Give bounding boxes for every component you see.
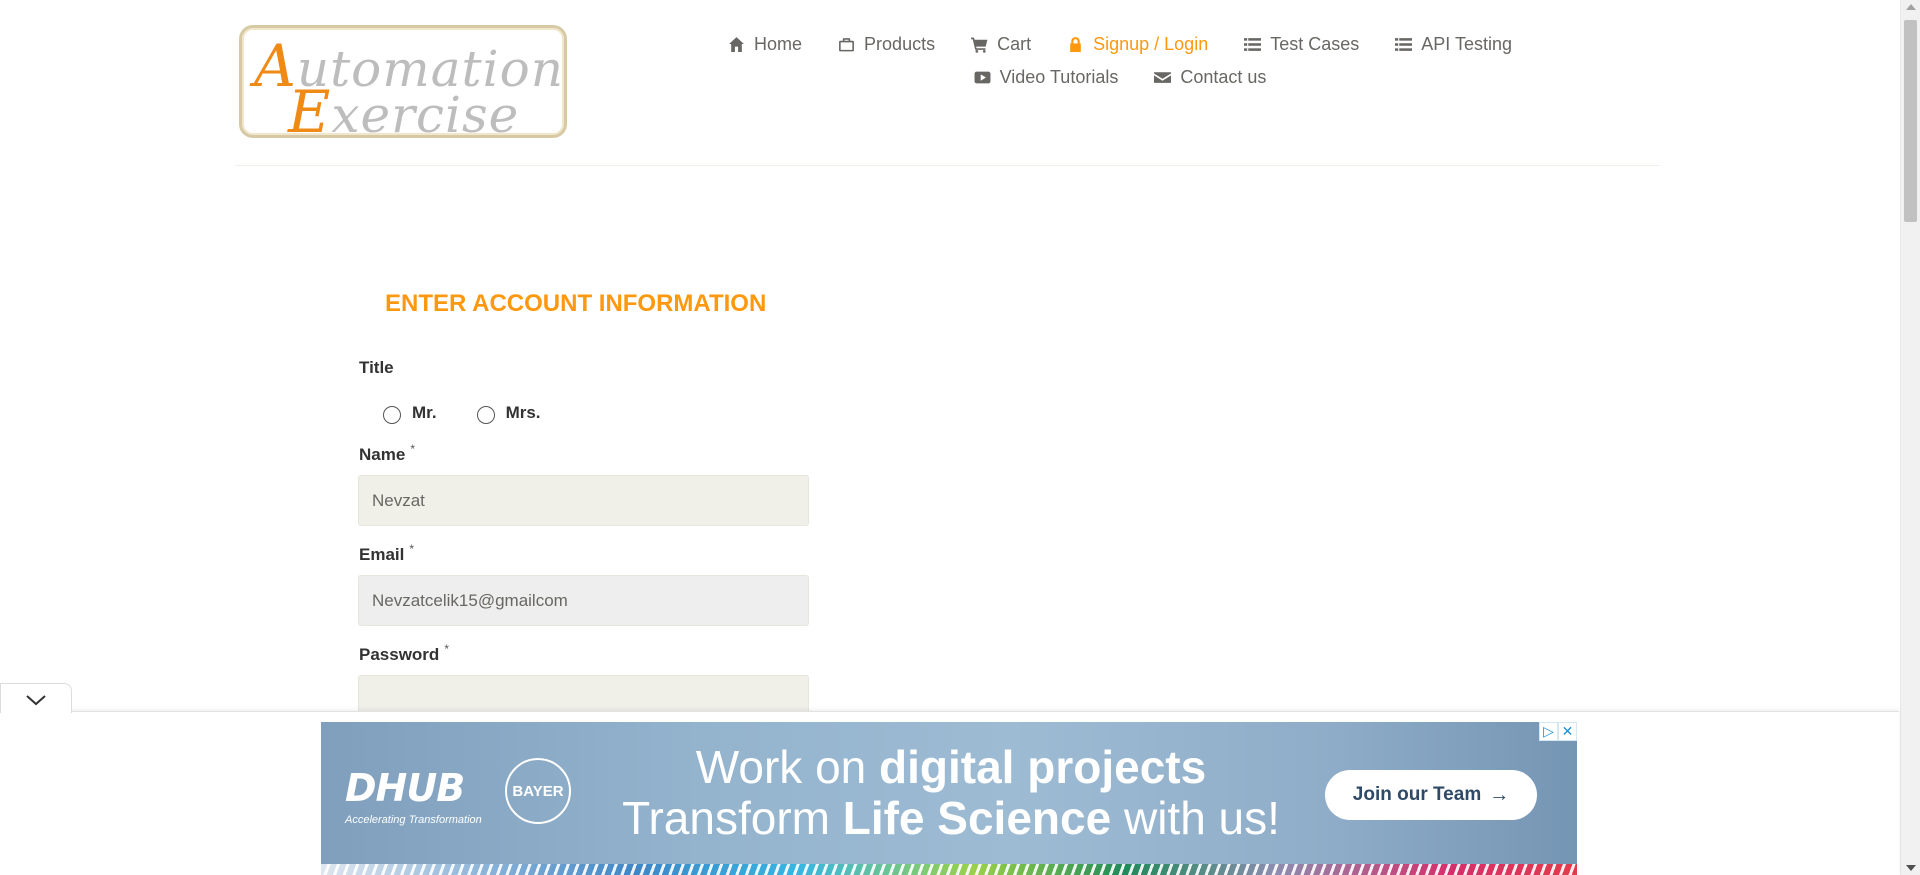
nav-test-cases[interactable]: Test Cases [1244,34,1359,55]
nav-api-testing[interactable]: API Testing [1395,34,1512,55]
scroll-up-arrow-icon[interactable] [1906,4,1916,10]
arrow-right-icon: → [1489,783,1510,806]
ad-controls: ▷ ✕ [1539,722,1577,741]
ad-panel: DHUB Accelerating Transformation BAYER W… [0,711,1899,875]
name-input[interactable]: Nevzat [358,475,809,526]
name-label: Name * [359,442,415,464]
radio-mrs[interactable]: Mrs. [476,402,541,424]
ad-brand-logo: DHUB [345,766,465,810]
briefcase-icon [839,38,854,52]
chevron-down-icon [26,695,46,706]
list-icon [1395,38,1413,51]
radio-mr[interactable]: Mr. [383,402,437,424]
nav-home[interactable]: Home [728,34,802,55]
password-input[interactable] [358,675,809,715]
email-label: Email * [359,542,415,564]
lock-icon [1070,37,1081,52]
radio-mr-input[interactable] [383,406,401,424]
nav-cart[interactable]: Cart [971,34,1031,55]
ad-headline: Work on digital projects Transform Life … [622,741,1280,844]
home-icon [729,37,744,52]
ad-close-icon[interactable]: ✕ [1558,722,1577,741]
ad-brand-tagline: Accelerating Transformation [345,814,482,826]
cart-icon [971,37,988,53]
site-header: Automation Exercise Home Products Cart S… [235,0,1660,166]
radio-mrs-input[interactable] [476,406,495,424]
envelope-icon [1154,72,1172,83]
list-icon [1244,38,1262,51]
ad-collapse-button[interactable] [0,683,72,713]
scroll-down-arrow-icon[interactable] [1906,865,1916,871]
form-title: ENTER ACCOUNT INFORMATION [385,290,767,317]
password-label: Password * [359,642,449,664]
required-mark: * [444,642,449,656]
ad-banner[interactable]: DHUB Accelerating Transformation BAYER W… [321,722,1577,875]
title-radio-group: Mr. Mrs. [383,402,581,424]
nav-signup-login[interactable]: Signup / Login [1067,34,1208,55]
ad-stripe-decoration [321,864,1577,875]
bayer-logo: BAYER [505,758,571,824]
adchoices-icon[interactable]: ▷ [1539,722,1558,741]
email-input[interactable]: Nevzatcelik15@gmailcom [358,575,809,626]
nav-video-tutorials[interactable]: Video Tutorials [974,67,1118,88]
main-nav: Home Products Cart Signup / Login Test C… [729,34,1512,100]
nav-row-primary: Home Products Cart Signup / Login Test C… [729,34,1512,55]
required-mark: * [409,542,415,556]
nav-products[interactable]: Products [838,34,935,55]
scrollbar-thumb[interactable] [1904,20,1917,222]
required-mark: * [410,442,415,456]
nav-contact-us[interactable]: Contact us [1154,67,1266,88]
site-logo[interactable]: Automation Exercise [239,25,567,138]
ad-join-team-button[interactable]: Join our Team → [1325,770,1537,820]
title-label: Title [359,358,394,377]
nav-row-secondary: Video Tutorials Contact us [735,67,1505,88]
youtube-play-icon [974,71,991,84]
page-scrollbar[interactable] [1900,0,1920,875]
